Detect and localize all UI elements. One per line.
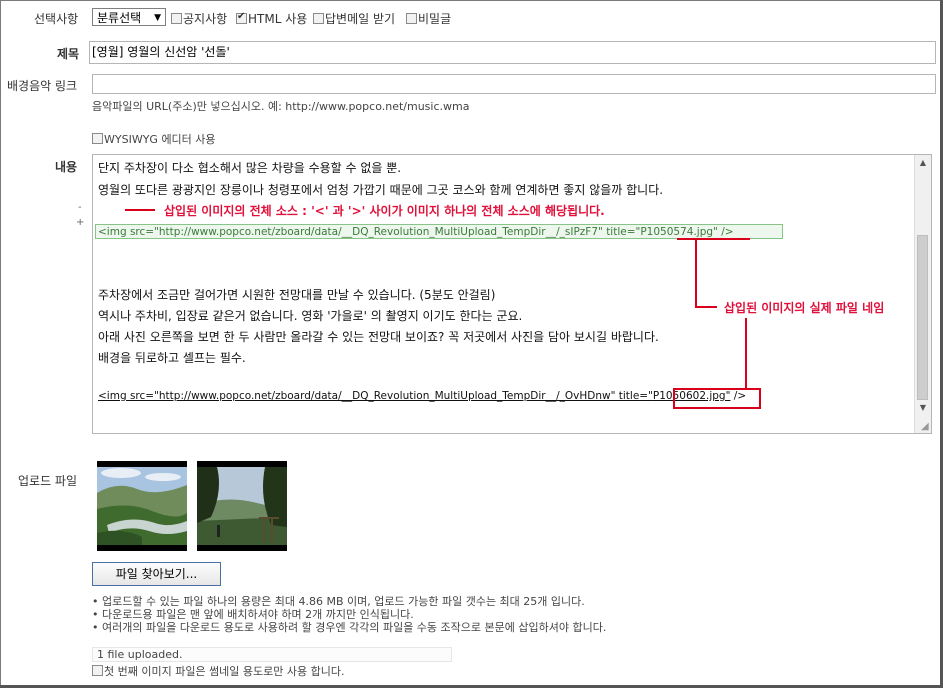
- html-option: HTML 사용: [236, 10, 307, 27]
- expand-editor-button[interactable]: +: [76, 217, 84, 228]
- notice-checkbox[interactable]: [171, 13, 182, 24]
- category-select-value: 분류선택: [97, 11, 142, 25]
- title-input[interactable]: [영월] 영월의 신선암 '선돌': [89, 41, 936, 64]
- upload-status: 1 file uploaded.: [92, 647, 452, 662]
- reply-mail-label: 답변메일 받기: [325, 12, 396, 26]
- img-tag-highlighted: <img src="http://www.popco.net/zboard/da…: [95, 224, 783, 239]
- editor-line: 주차장에서 조금만 걸어가면 시원한 전망대를 만날 수 있습니다. (5분도 …: [98, 288, 496, 302]
- html-label: HTML 사용: [248, 12, 308, 26]
- secret-checkbox[interactable]: [406, 13, 417, 24]
- resize-grip-icon[interactable]: ◢: [921, 421, 929, 432]
- img-tag-plain: <img src="http://www.popco.net/zboard/da…: [98, 390, 746, 402]
- scroll-up-icon[interactable]: ▲: [915, 155, 931, 171]
- bgm-label: 배경음악 링크: [7, 79, 78, 93]
- source-annotation: 삽입된 이미지의 전체 소스 : '<' 과 '>' 사이가 이미지 하나의 전…: [164, 204, 605, 218]
- filename-highlight-box: [673, 388, 761, 409]
- annotation-dash: [125, 209, 155, 211]
- thumbnail-only-checkbox[interactable]: [92, 665, 103, 676]
- img-tag-src: <img src="http://www.popco.net/zboard/da…: [98, 390, 653, 402]
- upload-label: 업로드 파일: [18, 474, 78, 488]
- secret-option: 비밀글: [406, 10, 451, 27]
- upload-note: • 여러개의 파일을 다운로드 용도로 사용하려 할 경우엔 각각의 파일을 수…: [92, 621, 607, 634]
- bgm-hint: 음악파일의 URL(주소)만 넣으십시오. 예: http://www.popc…: [92, 100, 470, 113]
- filename-annotation: 삽입된 이미지의 실제 파일 네임: [724, 301, 885, 315]
- reply-mail-option: 답변메일 받기: [313, 10, 395, 27]
- editor-line: 단지 주차장이 다소 협소해서 많은 차량을 수용할 수 없을 뿐.: [98, 161, 402, 175]
- content-editor[interactable]: 단지 주차장이 다소 협소해서 많은 차량을 수용할 수 없을 뿐. 영월의 또…: [92, 154, 932, 434]
- browse-files-button[interactable]: 파일 찾아보기...: [92, 562, 221, 586]
- reply-mail-checkbox[interactable]: [313, 13, 324, 24]
- filename-underline: [677, 238, 750, 240]
- bgm-input[interactable]: [92, 74, 936, 94]
- editor-scrollbar[interactable]: ▲ ▼: [914, 155, 931, 433]
- annotation-connector: [745, 318, 747, 389]
- editor-line: 역시나 주차비, 입장료 같은거 없습니다. 영화 '가을로' 의 촬영지 이기…: [98, 309, 523, 323]
- secret-label: 비밀글: [418, 12, 452, 26]
- wysiwyg-label: WYSIWYG 에디터 사용: [104, 133, 216, 146]
- annotation-connector: [695, 306, 717, 308]
- scroll-thumb[interactable]: [917, 235, 928, 400]
- scroll-down-icon[interactable]: ▼: [915, 400, 931, 416]
- title-label: 제목: [57, 47, 80, 61]
- river-landscape-thumbnail[interactable]: [97, 461, 187, 551]
- shrink-editor-button[interactable]: -: [78, 202, 82, 213]
- content-label: 내용: [55, 160, 78, 174]
- category-select[interactable]: 분류선택 ▼: [92, 8, 166, 26]
- html-checkbox[interactable]: [236, 11, 247, 24]
- thumbnail-only-label: 첫 번째 이미지 파일은 썸네일 용도로만 사용 합니다.: [104, 665, 345, 678]
- chevron-down-icon: ▼: [154, 13, 161, 23]
- notice-label: 공지사항: [183, 12, 228, 26]
- notice-option: 공지사항: [171, 10, 227, 27]
- wysiwyg-checkbox[interactable]: [92, 133, 103, 144]
- thumbnail-only-option: 첫 번째 이미지 파일은 썸네일 용도로만 사용 합니다.: [92, 663, 345, 679]
- wysiwyg-option: WYSIWYG 에디터 사용: [92, 131, 216, 147]
- editor-line: 영월의 또다른 광광지인 장릉이나 청령포에서 엄청 가깝기 때문에 그곳 코스…: [98, 183, 664, 197]
- editor-line: 아래 사진 오른쪽을 보면 한 두 사람만 올라갈 수 있는 전망대 보이죠? …: [98, 330, 659, 344]
- editor-line: 배경을 뒤로하고 셀프는 필수.: [98, 351, 246, 365]
- observation-deck-thumbnail[interactable]: [197, 461, 287, 551]
- options-label: 선택사항: [34, 12, 79, 26]
- annotation-connector: [695, 239, 697, 307]
